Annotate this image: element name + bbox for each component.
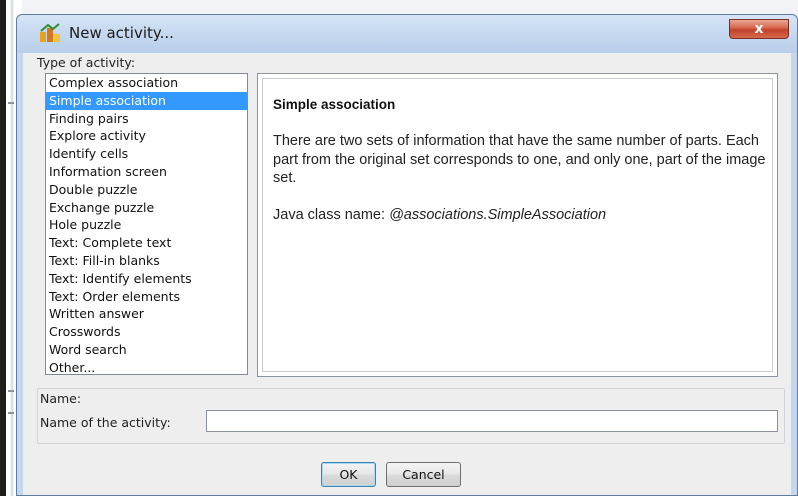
- dialog-client-area: Type of activity: Complex association Sim…: [23, 53, 791, 495]
- strip-tick: [8, 102, 14, 104]
- activity-type-item[interactable]: Information screen: [46, 163, 247, 181]
- dialog-title: New activity...: [69, 24, 174, 42]
- activity-type-item[interactable]: Crosswords: [46, 323, 247, 341]
- dark-edge: [0, 0, 6, 496]
- java-class-name: @associations.SimpleAssociation: [389, 207, 607, 223]
- activity-type-item[interactable]: Text: Order elements: [46, 288, 247, 306]
- activity-type-item[interactable]: Text: Complete text: [46, 234, 247, 252]
- activity-type-item[interactable]: Exchange puzzle: [46, 199, 247, 217]
- type-of-activity-label: Type of activity:: [37, 55, 136, 70]
- title-bar[interactable]: New activity... x: [17, 15, 797, 53]
- strip-tick: [8, 390, 14, 392]
- cancel-button[interactable]: Cancel: [386, 462, 461, 487]
- activity-type-item[interactable]: Written answer: [46, 305, 247, 323]
- description-inner-frame: Simple association There are two sets of…: [262, 78, 773, 372]
- java-class-line: Java class name: @associations.SimpleAss…: [273, 207, 606, 223]
- activity-description-panel: Simple association There are two sets of…: [257, 73, 778, 377]
- activity-type-item[interactable]: Simple association: [46, 91, 247, 110]
- activity-type-item[interactable]: Double puzzle: [46, 181, 247, 199]
- activity-type-list[interactable]: Complex association Simple association Fin…: [45, 73, 248, 375]
- ok-button[interactable]: OK: [321, 462, 376, 487]
- activity-type-item[interactable]: Finding pairs: [46, 110, 247, 128]
- app-activity-icon: [39, 23, 61, 43]
- activity-type-item[interactable]: Text: Identify elements: [46, 270, 247, 288]
- close-icon: x: [754, 21, 764, 37]
- activity-name-label: Name of the activity:: [40, 415, 171, 430]
- java-class-prefix: Java class name:: [273, 207, 390, 223]
- new-activity-dialog: New activity... x Type of activity: Comp…: [16, 14, 798, 496]
- activity-type-item[interactable]: Hole puzzle: [46, 216, 247, 234]
- name-group: Name: Name of the activity:: [37, 388, 785, 444]
- activity-type-item[interactable]: Explore activity: [46, 127, 247, 145]
- activity-type-item[interactable]: Identify cells: [46, 145, 247, 163]
- close-button[interactable]: x: [729, 19, 789, 39]
- description-body: There are two sets of information that h…: [273, 133, 766, 186]
- strip-tick: [8, 412, 14, 414]
- name-section-label: Name:: [40, 391, 82, 406]
- activity-type-item[interactable]: Other...: [46, 359, 247, 374]
- activity-name-input[interactable]: [206, 410, 778, 432]
- description-title: Simple association: [273, 97, 396, 112]
- activity-type-item[interactable]: Complex association: [46, 74, 247, 92]
- activity-type-item[interactable]: Word search: [46, 341, 247, 359]
- activity-type-item[interactable]: Text: Fill-in blanks: [46, 252, 247, 270]
